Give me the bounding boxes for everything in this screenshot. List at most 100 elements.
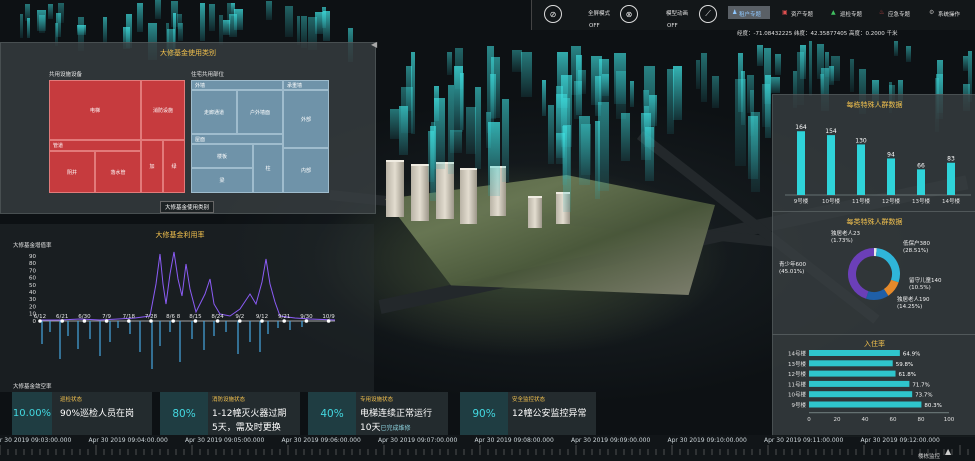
heat-bar [756, 44, 764, 67]
occupancy-bar[interactable] [809, 380, 910, 387]
treemap-cell-load-bearing[interactable]: 承重墙 [283, 80, 329, 90]
settings-icon: ⚙ [929, 9, 935, 16]
occupancy-bar[interactable] [809, 370, 896, 377]
bar-value-label: 94 [887, 151, 895, 158]
timeline[interactable]: Apr 30 2019 09:03:00.000Apr 30 2019 09:0… [0, 435, 975, 461]
donut-slice[interactable] [865, 288, 889, 300]
tab-inspection[interactable]: 巡检专题 [840, 10, 862, 18]
treemap-cell-wall[interactable]: 外墙 [191, 80, 283, 90]
heat-bar [696, 59, 701, 90]
status-message: 12幢公安监控异常 [512, 409, 587, 419]
occupancy-bar[interactable] [809, 350, 900, 356]
donut-slice[interactable] [883, 279, 899, 296]
heat-bar [562, 126, 568, 185]
heat-bar [26, 18, 30, 38]
tab-system[interactable]: 系统操作 [938, 10, 960, 18]
status-detail-days: 10天 [360, 423, 381, 433]
bar[interactable] [887, 158, 895, 195]
bar-value-label: 66 [917, 162, 925, 169]
occupancy-value-label: 71.7% [912, 382, 929, 388]
date-label: 9/30 [300, 314, 313, 320]
treemap-cell-elevator[interactable]: 电梯 [49, 80, 141, 140]
heat-bar [905, 46, 911, 63]
treemap-cell-well[interactable]: 阴井 [49, 151, 95, 193]
status-card-special-equipment[interactable]: 40% 专用设施状态 电梯连续正常运行 10天已完成维修 [308, 392, 448, 435]
status-label: 消防设施状态 [212, 397, 246, 403]
treemap-cell-fire[interactable]: 消防设施 [141, 80, 185, 140]
heat-bar [712, 75, 720, 109]
date-label: 7/9 [102, 314, 111, 320]
heat-bar [601, 74, 609, 96]
utilization-chart: 9080706050403020100 6/12 6/21 6/30 7/9 7/18 7… [29, 251, 335, 369]
timeline-marker-icon[interactable]: ▲ [945, 447, 951, 456]
status-card-fire[interactable]: 80% 消防设施状态 1-12幢灭火器过期 5天，需及时更换 [160, 392, 300, 435]
building-label: 11号楼 [788, 380, 806, 388]
status-card-inspection[interactable]: 10.00% 巡检状态 90%巡检人员在岗 [12, 392, 152, 435]
slice-percent-label: (10.5%) [909, 285, 931, 291]
tab-asset[interactable]: 资产专题 [791, 10, 813, 18]
heat-bar [824, 52, 829, 78]
x-tick-label: 40 [862, 417, 869, 423]
donut-slice[interactable] [875, 248, 900, 283]
occupancy-bar[interactable] [809, 360, 893, 367]
heat-bar [229, 13, 238, 37]
heat-bar [764, 75, 772, 138]
heat-bar [400, 87, 413, 133]
treemap-cell-column[interactable]: 柱 [253, 144, 283, 193]
slice-percent-label: (45.01%) [779, 269, 804, 275]
collapse-arrow-icon[interactable]: ◀ [371, 40, 377, 49]
date-label: 6/12 [34, 314, 46, 320]
status-card-security[interactable]: 90% 安全监控状态 12幢公安监控异常 [460, 392, 596, 435]
occupancy-bar[interactable] [809, 401, 922, 408]
treemap-cell-inner[interactable]: 内部 [283, 148, 329, 193]
heat-bar [893, 40, 898, 57]
donut-slice[interactable] [848, 248, 875, 299]
slice-percent-label: (1.73%) [831, 238, 853, 244]
heat-bar [389, 108, 400, 140]
user-icon: ♟ [732, 9, 738, 16]
slice-name-label: 独居老人23 [831, 229, 860, 237]
bar[interactable] [827, 135, 835, 195]
heat-bar [20, 13, 24, 39]
bar[interactable] [797, 131, 805, 195]
bar-value-label: 130 [855, 137, 867, 144]
heat-bar [701, 52, 707, 102]
tab-emergency[interactable]: 应急专题 [888, 10, 910, 18]
treemap-cell-water-pipe[interactable]: 落水管 [95, 151, 141, 193]
heat-bar [547, 105, 554, 164]
heat-bar [850, 58, 855, 92]
treemap-cell-green[interactable]: 绿 [163, 140, 185, 193]
alarm-icon: ♨ [879, 9, 885, 16]
animation-toggle-icon[interactable]: ⟋ [699, 5, 717, 23]
date-label: 6/21 [56, 314, 68, 320]
bar[interactable] [857, 144, 865, 195]
treemap-cell-roof[interactable]: 屋面 [191, 134, 283, 144]
treemap-cell-outer[interactable]: 外部 [283, 90, 329, 148]
building [528, 196, 542, 228]
compass-icon[interactable]: ⊘ [544, 5, 562, 23]
fullscreen-toggle-icon[interactable]: ⊗ [620, 5, 638, 23]
treemap-cell-beam[interactable]: 梁 [191, 168, 253, 193]
heat-bar [750, 89, 754, 137]
bar[interactable] [917, 169, 925, 195]
timeline-corner-label: 楼栋监控 [918, 454, 941, 460]
date-label: 9/2 [235, 314, 244, 320]
status-percent: 80% [160, 392, 208, 435]
status-percent: 40% [308, 392, 356, 435]
status-message: 1-12幢灭火器过期 [212, 409, 287, 419]
occupancy-value-label: 64.9% [903, 352, 920, 358]
treemap-cell-exterior[interactable]: 户外墙面 [237, 90, 283, 134]
occupancy-bar[interactable] [809, 391, 913, 398]
category-label: 9号楼 [794, 197, 809, 205]
bar[interactable] [947, 162, 955, 195]
date-label: 6/30 [78, 314, 91, 320]
fund-category-panel: 大修基金使用类别 共用设施设备 住宅共用部位 电梯 消防设施 管道 阴井 落水管… [0, 42, 376, 214]
bar-value-label: 154 [825, 128, 837, 135]
heat-bar [296, 16, 301, 45]
treemap-cell-add[interactable]: 加 [141, 140, 163, 193]
treemap-tooltip: 大修基金使用类别 [160, 201, 215, 213]
status-label: 巡检状态 [60, 397, 83, 403]
treemap-cell-floor-slab[interactable]: 楼板 [191, 144, 253, 168]
treemap-cell-corridor[interactable]: 走廊通道 [191, 90, 237, 134]
treemap-cell-pipe[interactable]: 管道 [49, 140, 141, 151]
